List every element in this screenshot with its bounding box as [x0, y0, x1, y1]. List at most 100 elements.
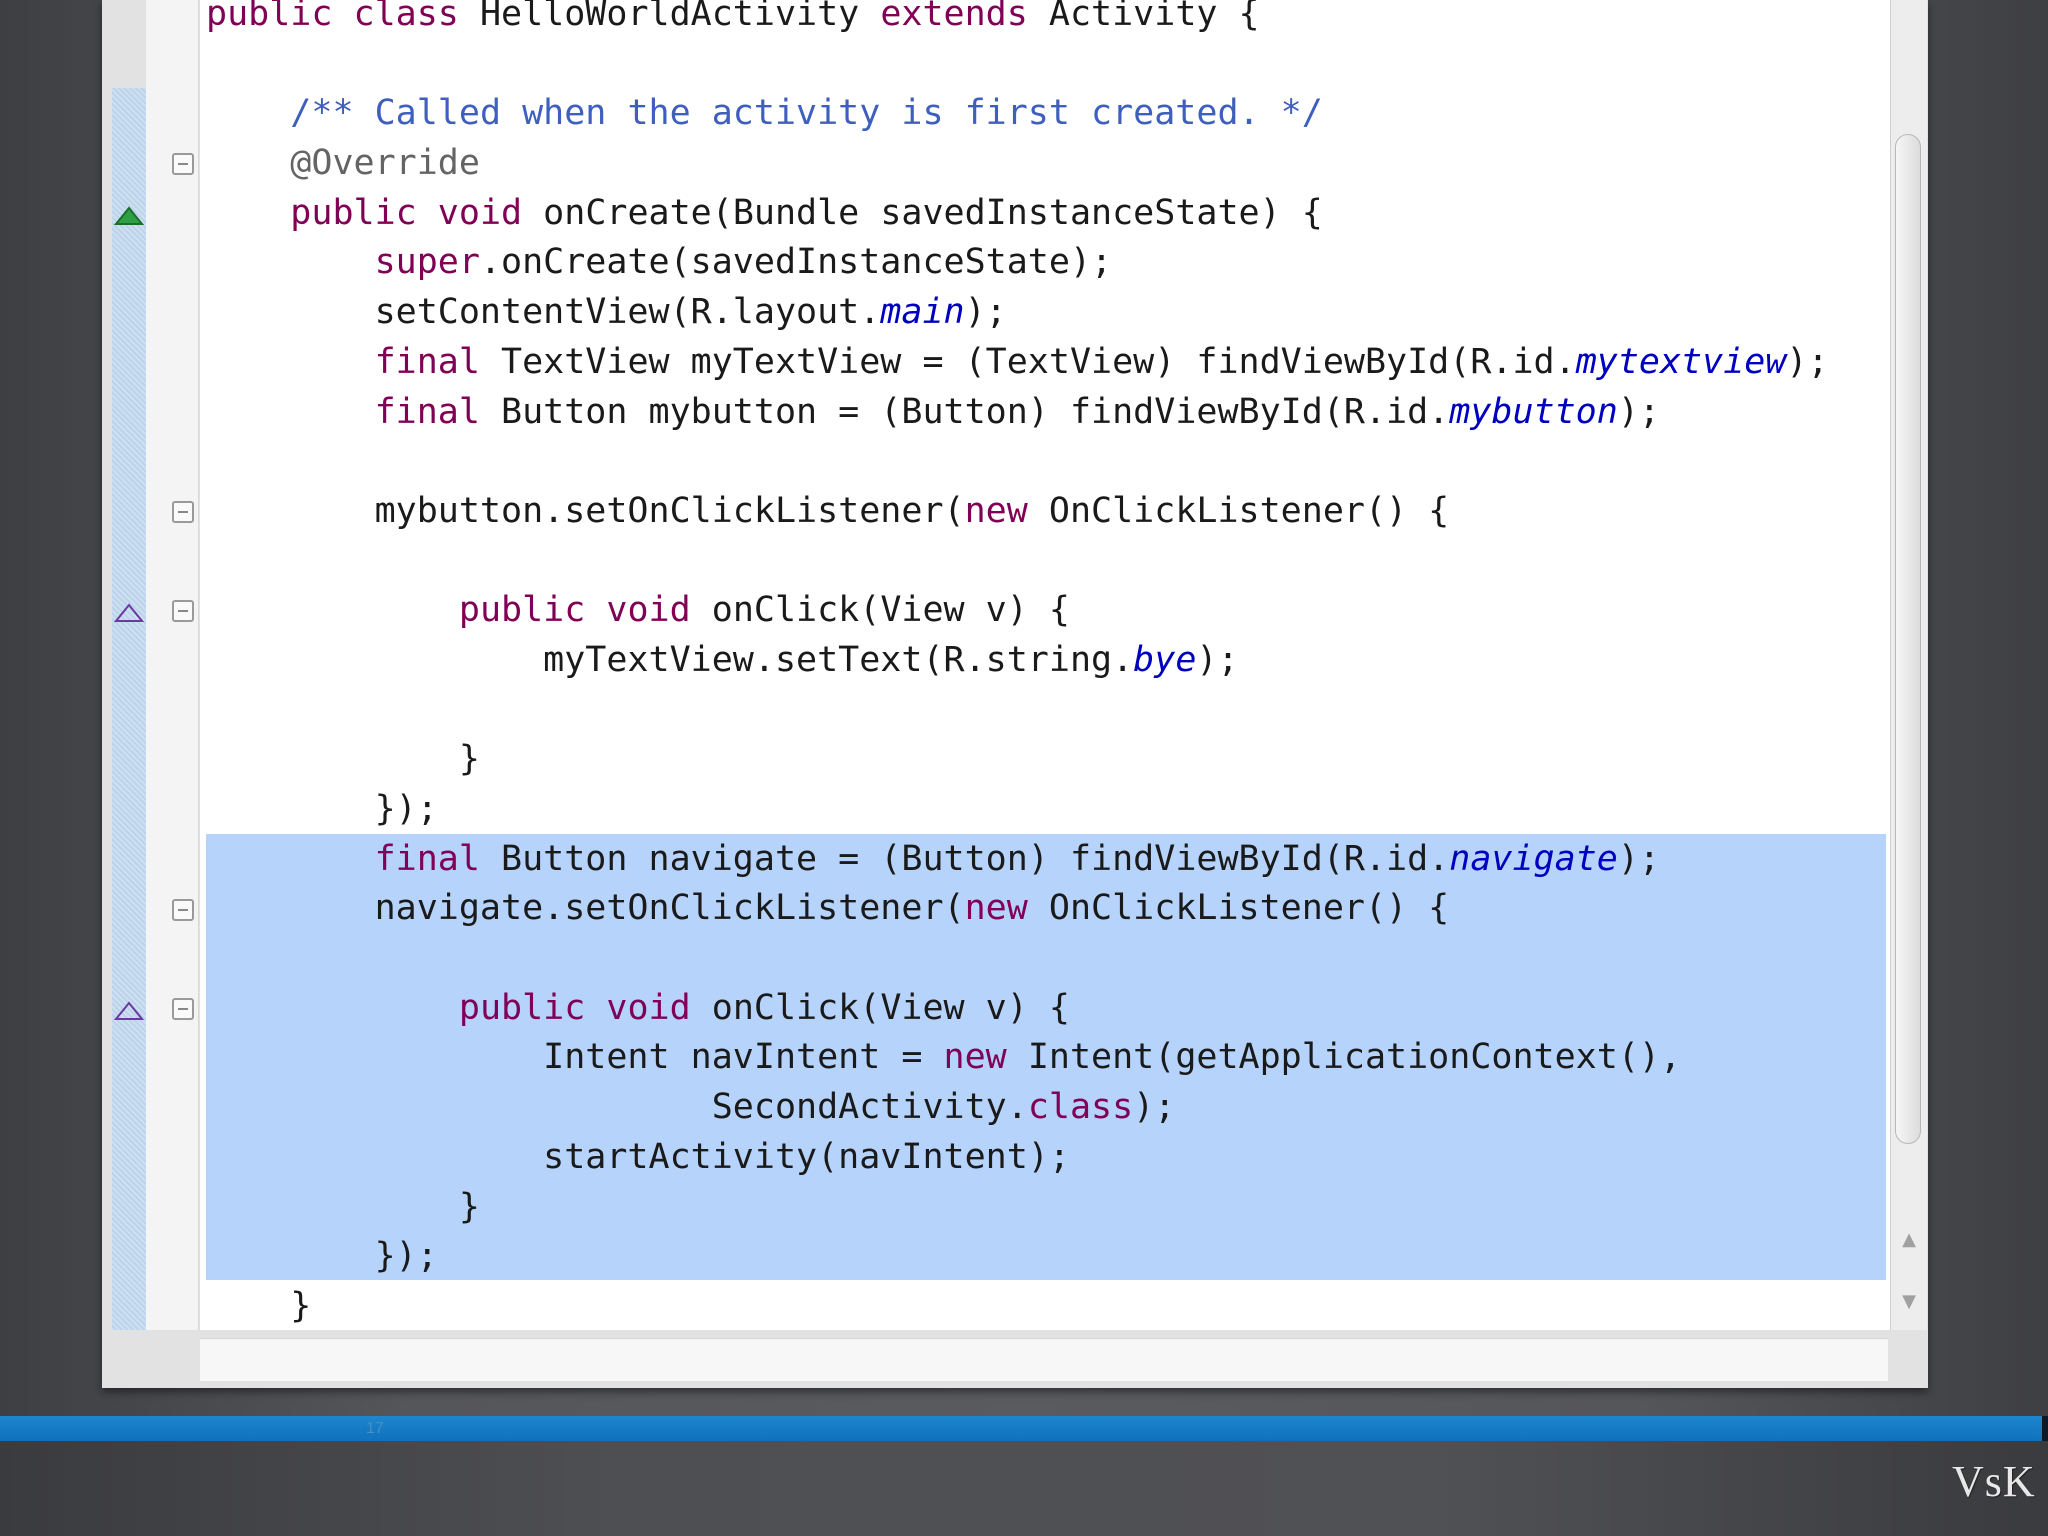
code-line[interactable]: }); [206, 785, 1829, 835]
code-token: myTextView.setText(R.string. [206, 639, 1134, 680]
code-line[interactable]: myTextView.setText(R.string.bye); [206, 636, 1829, 686]
code-line[interactable]: navigate.setOnClickListener(new OnClickL… [206, 884, 1829, 934]
code-line[interactable]: final Button mybutton = (Button) findVie… [206, 388, 1829, 438]
code-line[interactable]: startActivity(navIntent); [206, 1133, 1829, 1183]
code-token: onClick(View v) { [711, 590, 1070, 631]
code-token: Intent navIntent = [206, 1037, 944, 1078]
code-token: mybutton.setOnClickListener( [206, 490, 965, 531]
code-token: ); [1617, 838, 1660, 879]
code-token: final [374, 341, 502, 382]
code-token: bye [1133, 639, 1197, 680]
code-line[interactable]: super.onCreate(savedInstanceState); [206, 238, 1829, 288]
scrollbar-thumb[interactable] [1895, 134, 1921, 1144]
code-token: new [964, 490, 1049, 531]
vertical-scrollbar[interactable]: ▲ ▼ [1890, 0, 1927, 1330]
code-token: ); [1196, 639, 1239, 680]
code-line[interactable]: setContentView(R.layout.main); [206, 288, 1829, 338]
code-token: @Override [290, 143, 480, 184]
code-token: ); [1617, 391, 1660, 432]
code-line[interactable]: ​ [206, 40, 1829, 90]
scroll-up-arrow-icon[interactable]: ▲ [1897, 1228, 1921, 1252]
code-token: navigate [1449, 838, 1618, 879]
code-token: final [374, 838, 502, 879]
code-token: extends [880, 0, 1049, 34]
overrides-method-icon[interactable] [114, 602, 144, 624]
code-token: }); [206, 789, 438, 829]
code-token: public void [458, 987, 712, 1028]
code-token: new [964, 888, 1049, 929]
author-mark: VsK [1952, 1457, 2036, 1506]
slide-number: 17 [366, 1420, 384, 1437]
code-token: startActivity(navIntent); [206, 1136, 1070, 1177]
code-token: public void [290, 192, 544, 233]
code-line[interactable]: ​ [206, 437, 1829, 487]
code-token: } [206, 739, 480, 780]
code-token: Button mybutton = (Button) findViewById(… [501, 391, 1450, 432]
code-token: onCreate(Bundle savedInstanceState) { [543, 192, 1323, 233]
code-line[interactable]: ​ [206, 934, 1829, 984]
code-token: SecondActivity. [206, 1087, 1028, 1128]
code-token: Button navigate = (Button) findViewById(… [501, 838, 1450, 879]
code-token: main [880, 292, 965, 333]
code-line[interactable]: } [206, 735, 1829, 785]
slide-footer-bar [0, 1416, 2048, 1441]
code-token: public class [206, 0, 480, 34]
code-line[interactable]: ​ [206, 537, 1829, 587]
code-token: Intent(getApplicationContext(), [1027, 1037, 1682, 1078]
code-token: ); [964, 292, 1007, 333]
code-line[interactable]: public void onClick(View v) { [206, 586, 1829, 636]
code-line[interactable]: public class HelloWorldActivity extends … [206, 0, 1829, 40]
code-line[interactable]: }); [206, 1232, 1829, 1282]
code-token: .onCreate(savedInstanceState); [479, 242, 1113, 283]
code-line[interactable]: final TextView myTextView = (TextView) f… [206, 338, 1829, 388]
code-token: } [206, 1285, 312, 1326]
code-line[interactable]: /** Called when the activity is first cr… [206, 89, 1829, 139]
code-token: OnClickListener() { [1048, 888, 1450, 929]
code-token: /** Called when the activity is first cr… [290, 93, 1323, 134]
java-source-code[interactable]: public class HelloWorldActivity extends … [206, 0, 1829, 1332]
code-line[interactable]: } [206, 1183, 1829, 1233]
code-token: onClick(View v) { [711, 987, 1070, 1028]
code-line[interactable]: ​ [206, 686, 1829, 736]
fold-collapse-icon[interactable] [172, 898, 194, 921]
code-token: setContentView(R.layout. [206, 292, 881, 333]
fold-collapse-icon[interactable] [172, 600, 194, 623]
fold-collapse-icon[interactable] [172, 153, 194, 176]
editor-bottom-panel [200, 1338, 1888, 1381]
code-token: navigate.setOnClickListener( [206, 888, 965, 929]
code-line[interactable]: public void onCreate(Bundle savedInstanc… [206, 189, 1829, 239]
scroll-down-arrow-icon[interactable]: ▼ [1897, 1290, 1921, 1314]
slide-background-footer [0, 1441, 2048, 1536]
code-line[interactable]: } [206, 1282, 1829, 1332]
code-token: mybutton [1449, 391, 1618, 432]
code-line[interactable]: SecondActivity.class); [206, 1083, 1829, 1133]
annotation-ruler [112, 88, 146, 1330]
code-line[interactable]: final Button navigate = (Button) findVie… [206, 835, 1829, 885]
code-token: final [374, 391, 502, 432]
code-token: TextView myTextView = (TextView) findVie… [501, 341, 1576, 382]
fold-collapse-icon[interactable] [172, 998, 194, 1020]
fold-collapse-icon[interactable] [172, 501, 194, 523]
code-token: super [374, 242, 480, 283]
code-token: Activity { [1048, 0, 1260, 34]
code-line[interactable]: Intent navIntent = new Intent(getApplica… [206, 1033, 1829, 1083]
code-token: mytextview [1575, 341, 1787, 382]
code-token: new [943, 1037, 1028, 1078]
code-token: class [1027, 1087, 1134, 1128]
footer-bar-end-mark [2042, 1416, 2048, 1441]
code-line[interactable]: @Override [206, 139, 1829, 189]
implements-method-icon[interactable] [114, 205, 144, 227]
code-token: }); [206, 1236, 438, 1277]
overrides-method-icon[interactable] [114, 1000, 144, 1022]
code-line[interactable]: mybutton.setOnClickListener(new OnClickL… [206, 487, 1829, 537]
code-line[interactable]: public void onClick(View v) { [206, 984, 1829, 1034]
